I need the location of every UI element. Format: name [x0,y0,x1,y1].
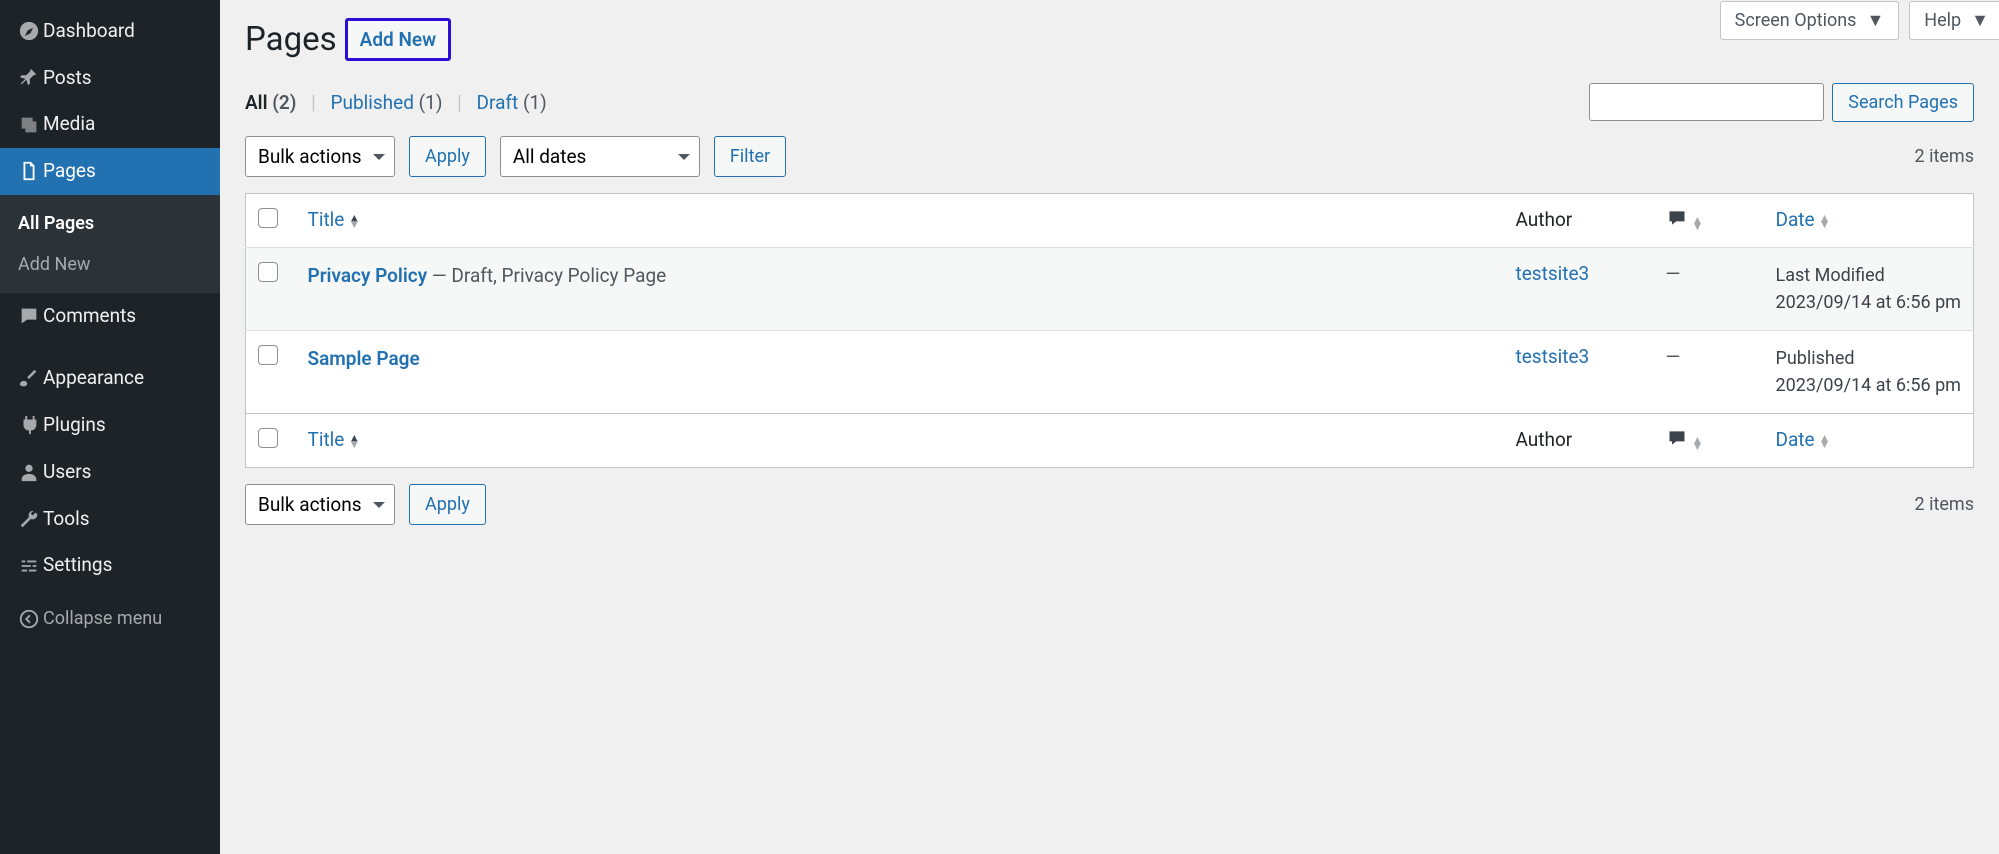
help-label: Help [1924,10,1961,31]
sort-icon: ▲▼ [1692,437,1704,449]
sidebar-label: Pages [43,159,96,184]
help-button[interactable]: Help ▼ [1909,1,1999,40]
filter-published[interactable]: Published [331,91,414,114]
chevron-down-icon: ▼ [1971,10,1989,31]
sidebar-label: Posts [43,66,92,91]
sidebar-item-users[interactable]: Users [0,449,220,496]
column-date[interactable]: Date [1776,428,1815,451]
search-input[interactable] [1589,83,1824,121]
search-button[interactable]: Search Pages [1832,83,1974,122]
sidebar-item-tools[interactable]: Tools [0,496,220,543]
screen-options-label: Screen Options [1735,10,1857,31]
sort-icon: ▲▼ [348,215,360,227]
pin-icon [15,67,43,89]
sidebar-label: Users [43,460,91,485]
comment-icon [1666,208,1688,228]
sidebar-item-dashboard[interactable]: Dashboard [0,8,220,55]
sidebar-item-settings[interactable]: Settings [0,542,220,589]
page-link[interactable]: Privacy Policy [308,264,428,287]
items-count: 2 items [1915,146,1974,167]
user-icon [15,461,43,483]
author-link[interactable]: testsite3 [1516,262,1590,285]
row-checkbox[interactable] [258,345,278,365]
comments-count: — [1654,248,1764,331]
apply-button[interactable]: Apply [409,136,486,177]
add-new-button[interactable]: Add New [345,18,452,61]
pages-icon [15,160,43,182]
filter-button[interactable]: Filter [714,136,786,177]
sort-icon: ▲▼ [1819,435,1831,447]
date-value: 2023/09/14 at 6:56 pm [1776,289,1962,316]
column-author: Author [1504,414,1654,468]
sidebar-item-media[interactable]: Media [0,101,220,148]
row-checkbox[interactable] [258,262,278,282]
select-all-checkbox[interactable] [258,428,278,448]
sort-icon: ▲▼ [1819,215,1831,227]
items-count: 2 items [1915,494,1974,515]
sidebar-label: Appearance [43,366,144,391]
apply-button[interactable]: Apply [409,484,486,525]
page-link[interactable]: Sample Page [308,347,420,370]
row-status: — Draft, Privacy Policy Page [427,264,666,287]
chevron-down-icon: ▼ [1866,10,1884,31]
column-title[interactable]: Title [308,208,345,231]
sidebar-label: Settings [43,553,112,578]
column-date[interactable]: Date [1776,208,1815,231]
sidebar-label: Comments [43,304,136,329]
dashboard-icon [15,20,43,42]
sidebar-item-pages[interactable]: Pages [0,148,220,195]
pages-table: Title▲▼ Author ▲▼ Date▲▼ Privacy Policy … [245,193,1974,468]
submenu-all-pages[interactable]: All Pages [0,203,220,244]
filter-all[interactable]: All (2) [245,91,296,114]
brush-icon [15,368,43,390]
status-filters: All (2) | Published (1) | Draft (1) [245,91,547,114]
author-link[interactable]: testsite3 [1516,345,1590,368]
top-bar: Screen Options ▼ Help ▼ [1720,1,1999,40]
sidebar-item-appearance[interactable]: Appearance [0,355,220,402]
sort-icon: ▲▼ [1692,217,1704,229]
page-header: Pages Add New [245,0,1974,61]
pages-submenu: All Pages Add New [0,195,220,293]
screen-options-button[interactable]: Screen Options ▼ [1720,1,1900,40]
bottom-row: Bulk actions Apply 2 items [245,484,1974,525]
sort-icon: ▲▼ [348,435,360,447]
filter-draft[interactable]: Draft [477,91,519,114]
bulk-actions-select[interactable]: Bulk actions [245,484,395,525]
collapse-label: Collapse menu [43,608,162,629]
submenu-add-new[interactable]: Add New [0,244,220,285]
column-title[interactable]: Title [308,428,345,451]
page-title: Pages [245,20,337,59]
sidebar-label: Plugins [43,413,106,438]
table-row: Sample Page testsite3 — Published2023/09… [246,331,1974,414]
sidebar-label: Media [43,112,95,137]
sliders-icon [15,555,43,577]
status-row: All (2) | Published (1) | Draft (1) Sear… [245,83,1974,122]
bulk-actions-select[interactable]: Bulk actions [245,136,395,177]
main-content: Screen Options ▼ Help ▼ Pages Add New All … [220,0,1999,854]
sidebar-item-plugins[interactable]: Plugins [0,402,220,449]
collapse-menu[interactable]: Collapse menu [0,597,220,641]
column-author: Author [1504,194,1654,248]
date-filter-select[interactable]: All dates [500,136,700,177]
select-all-checkbox[interactable] [258,208,278,228]
media-icon [15,114,43,136]
sidebar-item-comments[interactable]: Comments [0,293,220,340]
wrench-icon [15,508,43,530]
sidebar-item-posts[interactable]: Posts [0,55,220,102]
search-box: Search Pages [1589,83,1974,122]
comments-count: — [1654,331,1764,414]
comment-icon [1666,428,1688,448]
sidebar-label: Dashboard [43,19,135,44]
filter-row: Bulk actions Apply All dates Filter 2 it… [245,136,1974,177]
date-value: 2023/09/14 at 6:56 pm [1776,372,1962,399]
sidebar-label: Tools [43,507,90,532]
collapse-icon [15,608,43,630]
date-state: Published [1776,345,1962,372]
admin-sidebar: Dashboard Posts Media Pages All Pages Ad… [0,0,220,854]
plug-icon [15,414,43,436]
comment-icon [15,305,43,327]
date-state: Last Modified [1776,262,1962,289]
table-row: Privacy Policy — Draft, Privacy Policy P… [246,248,1974,331]
